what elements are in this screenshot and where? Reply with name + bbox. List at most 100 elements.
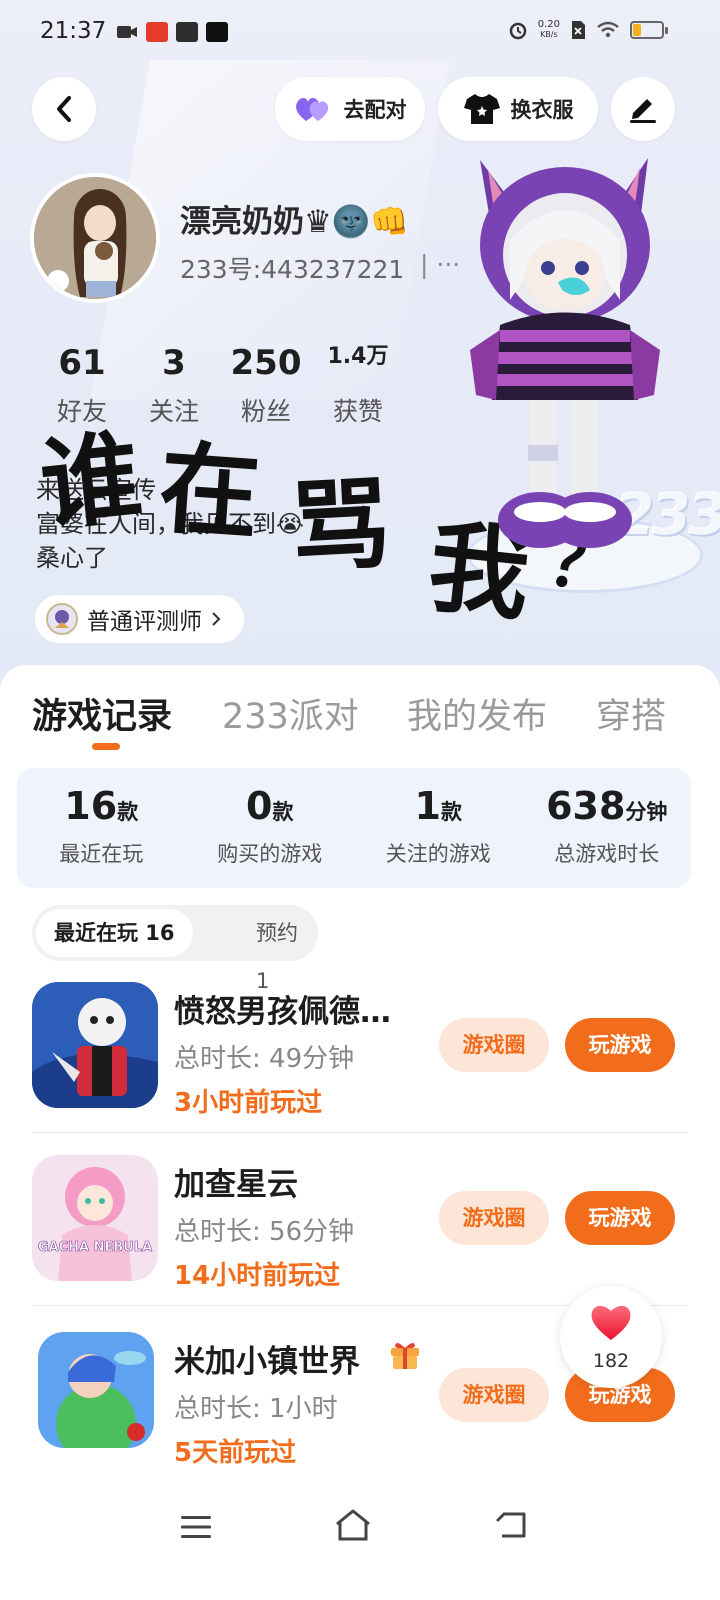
chevron-right-icon	[212, 612, 221, 626]
summary-purchased[interactable]: 0款 购买的游戏	[186, 768, 355, 888]
game-last-played: 3小时前玩过	[174, 1088, 323, 1118]
summary-label: 最近在玩	[59, 842, 144, 866]
game-icon-text: GACHA NEBULA	[38, 1240, 152, 1255]
tab-outfits[interactable]: 穿搭	[596, 688, 666, 739]
profile-bio: 来送云宣传 富婆在人间，我见不到😭 桑心了	[36, 473, 436, 575]
like-floating-button[interactable]: 182	[560, 1286, 662, 1388]
game-title: 加查星云	[174, 1167, 298, 1203]
stat-label: 获赞	[332, 397, 383, 426]
system-nav-bar	[0, 1488, 720, 1600]
summary-label: 关注的游戏	[385, 842, 491, 866]
summary-number: 0	[246, 784, 273, 828]
wifi-icon	[597, 21, 619, 38]
stat-following[interactable]: 3 关注	[128, 340, 220, 428]
bio-line: 桑心了	[36, 544, 108, 572]
status-notification-icons	[116, 22, 228, 42]
tester-medal-icon	[46, 603, 78, 635]
stat-value: 61	[58, 343, 106, 383]
bio-line: 富婆在人间，我见不到😭	[36, 510, 305, 538]
game-summary-panel: 16款 最近在玩 0款 购买的游戏 1款 关注的游戏 638分钟 总游戏时长	[17, 768, 691, 888]
game-icon-angry-boy[interactable]	[32, 982, 158, 1108]
game-last-played: 5天前玩过	[174, 1438, 297, 1468]
edit-profile-button[interactable]	[611, 77, 675, 141]
uid-more-button[interactable]: | ···	[420, 250, 460, 279]
tab-indicator	[92, 743, 120, 750]
summary-label: 总游戏时长	[554, 842, 660, 866]
summary-label: 购买的游戏	[217, 842, 323, 866]
battery-level-fill	[633, 24, 641, 36]
stat-label: 粉丝	[240, 397, 291, 426]
stat-fans[interactable]: 250 粉丝	[220, 340, 312, 428]
game-title: 米加小镇世界	[174, 1344, 360, 1380]
change-outfit-button[interactable]: 换衣服	[438, 77, 598, 141]
game-playtime: 总时长: 1小时	[174, 1394, 338, 1424]
game-circle-button[interactable]: 游戏圈	[439, 1368, 549, 1422]
status-right-icons: 0.20 KB/s	[508, 20, 668, 40]
avatar-character[interactable]	[470, 150, 660, 560]
stat-value: 250	[230, 343, 302, 383]
profile-nickname: 漂亮奶奶♛🌚👊	[180, 204, 409, 240]
stat-value: 1.4万	[327, 344, 389, 369]
home-icon[interactable]	[334, 1508, 372, 1542]
heart-icon	[591, 1305, 631, 1340]
stat-likes[interactable]: 1.4万 获赞	[312, 340, 404, 428]
game-playtime: 总时长: 49分钟	[174, 1044, 355, 1074]
list-divider	[32, 1132, 688, 1133]
summary-followed[interactable]: 1款 关注的游戏	[354, 768, 523, 888]
stat-value: 3	[162, 343, 186, 383]
game-circle-button[interactable]: 游戏圈	[439, 1191, 549, 1245]
alarm-icon	[509, 22, 526, 40]
game-filter-toggle: 最近在玩 16 预约 1	[32, 905, 318, 993]
summary-total-time[interactable]: 638分钟 总游戏时长	[523, 768, 692, 888]
tshirt-icon	[463, 94, 500, 124]
app-notification-icon	[176, 22, 198, 42]
status-bar: 21:37 0.20 KB/s	[0, 0, 720, 64]
tab-233-party[interactable]: 233派对	[222, 688, 359, 739]
menu-icon[interactable]	[180, 1514, 212, 1540]
game-playtime: 总时长: 56分钟	[174, 1217, 355, 1247]
filter-recent-playing[interactable]: 最近在玩 16	[36, 909, 193, 957]
double-heart-icon	[295, 98, 328, 121]
back-button[interactable]	[32, 77, 96, 141]
stat-label: 关注	[148, 397, 199, 426]
battery-icon	[630, 21, 668, 39]
change-outfit-label: 换衣服	[510, 98, 574, 122]
video-camera-icon	[117, 26, 137, 38]
summary-unit: 款	[272, 800, 294, 824]
summary-unit: 款	[117, 800, 139, 824]
tab-my-posts[interactable]: 我的发布	[407, 688, 547, 739]
bio-line: 来送云宣传	[36, 476, 156, 504]
summary-number: 638	[546, 784, 626, 828]
network-speed: 0.20 KB/s	[538, 20, 560, 40]
game-list-item[interactable]: 愤怒男孩佩德… 总时长: 49分钟 3小时前玩过 游戏圈 玩游戏	[32, 982, 687, 1156]
game-icon-gacha-nebula[interactable]: GACHA NEBULA	[32, 1155, 158, 1281]
profile-tabs: 游戏记录 233派对 我的发布 穿搭	[0, 680, 720, 740]
tab-game-records[interactable]: 游戏记录	[32, 688, 172, 739]
gift-icon	[391, 1342, 419, 1369]
match-button[interactable]: 去配对	[275, 77, 425, 141]
filter-reserved[interactable]: 预约 1	[240, 909, 318, 993]
back-nav-icon[interactable]	[494, 1510, 528, 1540]
summary-recent[interactable]: 16款 最近在玩	[17, 768, 186, 888]
network-speed-unit: KB/s	[540, 30, 558, 39]
profile-stats: 61 好友 3 关注 250 粉丝 1.4万 获赞	[36, 340, 404, 428]
chevron-left-icon	[57, 96, 71, 122]
stat-friends[interactable]: 61 好友	[36, 340, 128, 428]
profile-avatar[interactable]	[30, 173, 160, 303]
capcut-notification-icon	[206, 22, 228, 42]
game-circle-button[interactable]: 游戏圈	[439, 1018, 549, 1072]
pen-icon	[630, 99, 656, 123]
game-title: 愤怒男孩佩德…	[174, 994, 391, 1030]
app-notification-icon	[146, 22, 168, 42]
game-last-played: 14小时前玩过	[174, 1261, 341, 1291]
summary-number: 16	[64, 784, 118, 828]
summary-unit: 款	[440, 800, 462, 824]
sim-off-icon	[572, 21, 585, 39]
match-label: 去配对	[343, 98, 407, 122]
play-game-button[interactable]: 玩游戏	[565, 1018, 675, 1072]
game-icon-miga-town[interactable]	[38, 1332, 154, 1448]
tester-badge[interactable]: 普通评测师	[35, 595, 244, 643]
status-time: 21:37	[40, 18, 107, 44]
play-game-button[interactable]: 玩游戏	[565, 1191, 675, 1245]
profile-uid[interactable]: 233号:443237221	[180, 250, 404, 286]
